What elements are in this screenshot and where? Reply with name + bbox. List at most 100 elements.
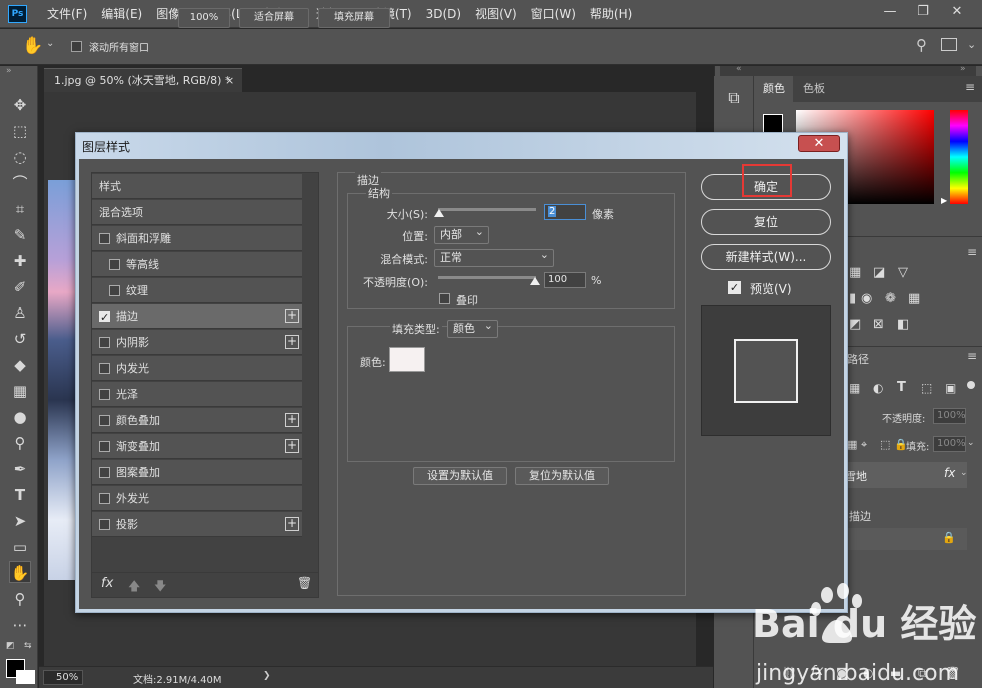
- lock-transparent-icon[interactable]: ▦: [847, 438, 857, 451]
- history-brush-tool-icon[interactable]: ↺: [9, 328, 31, 350]
- path-select-tool-icon[interactable]: ➤: [9, 510, 31, 532]
- style-checkbox[interactable]: [99, 441, 110, 452]
- swap-colors-icon[interactable]: ⇆: [24, 641, 32, 651]
- dialog-titlebar[interactable]: [76, 133, 847, 159]
- lock-artboard-icon[interactable]: ⬚: [880, 438, 890, 451]
- lasso-tool-icon[interactable]: ◌: [9, 146, 31, 168]
- new-style-button[interactable]: 新建样式(W)...: [701, 244, 831, 270]
- size-slider-thumb[interactable]: [434, 209, 444, 217]
- threshold-icon[interactable]: ◩: [849, 317, 861, 332]
- rectangle-tool-icon[interactable]: ▭: [9, 536, 31, 558]
- style-checkbox[interactable]: [99, 233, 110, 244]
- style-row[interactable]: 光泽: [92, 382, 302, 407]
- move-tool-icon[interactable]: ✥: [9, 94, 31, 116]
- menu-view[interactable]: 视图(V): [468, 0, 524, 28]
- style-row[interactable]: 内阴影 +: [92, 330, 302, 355]
- opacity-input[interactable]: 100%: [933, 408, 966, 424]
- eraser-tool-icon[interactable]: ◆: [9, 354, 31, 376]
- style-checkbox[interactable]: [99, 415, 110, 426]
- document-tab-close-icon[interactable]: ×: [225, 69, 234, 93]
- style-checkbox[interactable]: [99, 467, 110, 478]
- filter-toggle-icon[interactable]: [967, 381, 975, 389]
- style-checkbox[interactable]: [99, 363, 110, 374]
- document-tab[interactable]: 1.jpg @ 50% (冰天雪地, RGB/8) * ×: [44, 68, 242, 92]
- hand-tool-preset-icon[interactable]: ✋: [22, 36, 43, 56]
- effect-stroke-fragment[interactable]: 描边: [849, 508, 871, 524]
- curves-icon[interactable]: ◪: [873, 265, 885, 280]
- add-effect-icon[interactable]: +: [285, 413, 299, 427]
- style-checkbox[interactable]: [109, 259, 120, 270]
- style-checkbox[interactable]: [99, 519, 110, 530]
- menu-window[interactable]: 窗口(W): [524, 0, 583, 28]
- style-row[interactable]: 样式: [92, 174, 302, 199]
- share-chevron-icon[interactable]: ⌄: [967, 38, 976, 51]
- fill-type-dropdown[interactable]: 颜色: [447, 318, 498, 338]
- quick-select-tool-icon[interactable]: ⌒: [9, 172, 31, 194]
- filter-adjust-icon[interactable]: ◐: [873, 381, 883, 395]
- menu-file[interactable]: 文件(F): [40, 0, 94, 28]
- dialog-close-button[interactable]: ✕: [798, 135, 840, 152]
- blend-mode-dropdown[interactable]: 正常: [434, 247, 554, 267]
- collapse-toolbar-icon[interactable]: »: [6, 66, 12, 76]
- style-checkbox[interactable]: [99, 389, 110, 400]
- style-row[interactable]: 斜面和浮雕: [92, 226, 302, 251]
- zoom-readout[interactable]: 50%: [43, 670, 83, 685]
- style-checkbox[interactable]: [99, 493, 110, 504]
- opacity-value-input[interactable]: 100: [544, 272, 586, 288]
- dodge-tool-icon[interactable]: ⚲: [9, 432, 31, 454]
- eyedropper-tool-icon[interactable]: ✎: [9, 224, 31, 246]
- move-up-icon[interactable]: 🡅: [128, 577, 140, 598]
- color-balance-icon[interactable]: ▮: [849, 291, 856, 306]
- layers-panel-menu-icon[interactable]: ≡: [967, 349, 977, 363]
- zoom-tool-icon[interactable]: ⚲: [9, 588, 31, 610]
- style-checkbox[interactable]: [109, 285, 120, 296]
- position-dropdown[interactable]: 内部: [434, 224, 489, 244]
- layer-expand-icon[interactable]: ⌄: [960, 468, 968, 478]
- style-checkbox[interactable]: [99, 305, 110, 330]
- style-row[interactable]: 投影 +: [92, 512, 302, 537]
- search-icon[interactable]: ⚲: [916, 36, 927, 54]
- adjust-panel-menu-icon[interactable]: ≡: [967, 245, 977, 259]
- filter-pixel-icon[interactable]: ▦: [849, 381, 860, 395]
- window-close-icon[interactable]: ✕: [944, 2, 970, 22]
- blur-tool-icon[interactable]: ●: [9, 406, 31, 428]
- status-menu-arrow-icon[interactable]: ❯: [263, 671, 271, 681]
- move-down-icon[interactable]: 🡇: [154, 577, 166, 598]
- styles-scrollbar[interactable]: [303, 174, 317, 572]
- clone-stamp-tool-icon[interactable]: ♙: [9, 302, 31, 324]
- marquee-tool-icon[interactable]: ⬚: [9, 120, 31, 142]
- lock-position-icon[interactable]: ⌖: [861, 438, 867, 452]
- fill-dropdown-icon[interactable]: ⌄: [967, 438, 975, 448]
- gradient-tool-icon[interactable]: ▦: [9, 380, 31, 402]
- layer-row[interactable]: 雪地 fx ⌄: [845, 462, 968, 488]
- style-row[interactable]: 渐变叠加 +: [92, 434, 302, 459]
- size-slider[interactable]: [438, 208, 536, 211]
- fit-screen-button[interactable]: 适合屏幕: [239, 8, 309, 28]
- collapse-left-dock-icon[interactable]: «: [736, 64, 742, 74]
- style-row[interactable]: 外发光: [92, 486, 302, 511]
- preview-checkbox[interactable]: ✓: [728, 281, 741, 294]
- healing-brush-tool-icon[interactable]: ✚: [9, 250, 31, 272]
- chevron-down-icon[interactable]: ⌄: [46, 38, 54, 49]
- stroke-color-swatch[interactable]: [389, 347, 425, 372]
- size-input[interactable]: 2: [544, 204, 586, 220]
- panel-menu-icon[interactable]: ≡: [965, 80, 975, 94]
- tab-swatches[interactable]: 色板: [795, 76, 833, 102]
- background-color-swatch[interactable]: [16, 670, 35, 684]
- opacity-slider[interactable]: [438, 276, 536, 279]
- set-default-button[interactable]: 设置为默认值: [413, 467, 507, 485]
- style-row[interactable]: 等高线: [92, 252, 302, 277]
- reset-default-button[interactable]: 复位为默认值: [515, 467, 609, 485]
- zoom-100-button[interactable]: 100%: [178, 8, 230, 28]
- crop-tool-icon[interactable]: ⌗: [9, 198, 31, 220]
- hue-slider[interactable]: [950, 110, 968, 204]
- add-effect-icon[interactable]: +: [285, 309, 299, 323]
- restore-icon[interactable]: ❐: [910, 2, 936, 22]
- filter-type-icon[interactable]: T: [897, 380, 906, 395]
- collapse-right-dock-icon[interactable]: »: [960, 64, 966, 74]
- channel-mixer-icon[interactable]: ❁: [885, 291, 896, 306]
- style-row[interactable]: 颜色叠加 +: [92, 408, 302, 433]
- filter-smart-icon[interactable]: ▣: [945, 381, 956, 395]
- exposure-icon[interactable]: ▽: [898, 265, 908, 280]
- style-row[interactable]: 内发光: [92, 356, 302, 381]
